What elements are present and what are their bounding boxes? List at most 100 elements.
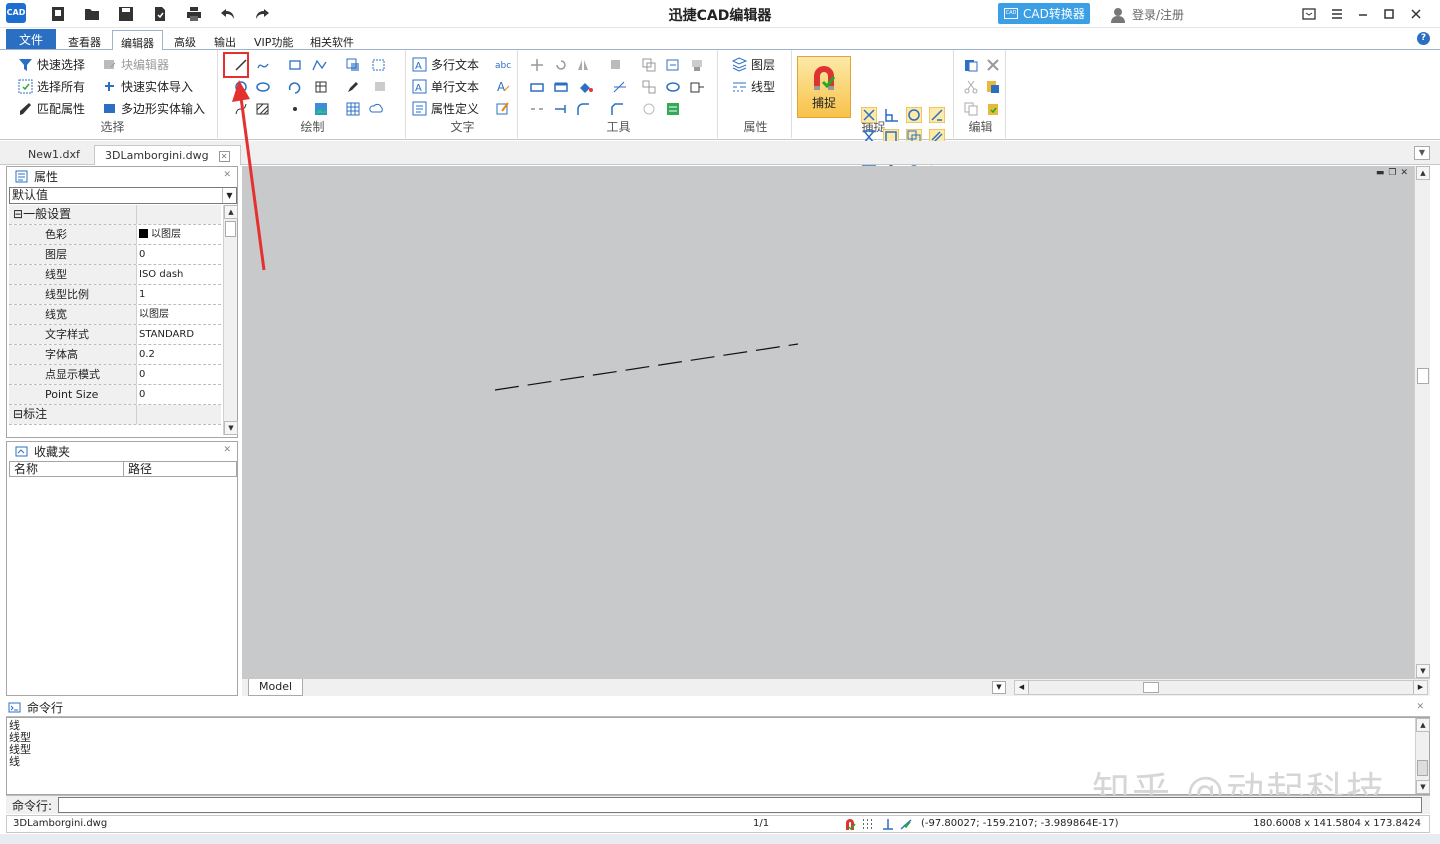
refresh-icon[interactable] — [664, 56, 682, 74]
lengthen-icon[interactable] — [552, 100, 570, 118]
point-icon[interactable] — [286, 100, 304, 118]
dashed-line-entity[interactable] — [494, 343, 799, 391]
login-link[interactable]: 登录/注册 — [1110, 6, 1184, 23]
cad-converter-button[interactable]: CAD CAD转换器 — [998, 3, 1090, 24]
rectangle-icon[interactable] — [286, 56, 304, 74]
open-folder-icon[interactable] — [82, 4, 102, 24]
paste-icon[interactable] — [962, 56, 980, 74]
snap-button[interactable]: 捕捉 — [797, 56, 851, 118]
new-file-icon[interactable] — [48, 4, 68, 24]
attribute-definition-button[interactable]: 属性定义 — [412, 99, 479, 117]
array-icon[interactable] — [610, 56, 628, 74]
break-icon[interactable] — [528, 100, 546, 118]
linetype-button[interactable]: 线型 — [732, 77, 775, 95]
property-row[interactable]: 文字样式 STANDARD — [9, 325, 221, 345]
minimize-icon[interactable] — [1352, 4, 1374, 24]
scale-icon[interactable] — [552, 78, 570, 96]
canvas-scroll-down-icon[interactable]: ▼ — [1416, 664, 1430, 678]
tab-related-software[interactable]: 相关软件 — [302, 30, 362, 50]
doc-tab-new1[interactable]: New1.dxf — [18, 145, 90, 165]
table-icon[interactable] — [344, 100, 362, 118]
col-name[interactable]: 名称 — [10, 462, 124, 476]
property-value[interactable]: ISO dash — [137, 265, 221, 284]
copy-objects-icon[interactable] — [640, 56, 658, 74]
status-ortho-icon[interactable] — [881, 817, 895, 834]
layers-grey-icon[interactable] — [372, 78, 390, 96]
move-icon[interactable] — [528, 56, 546, 74]
layout-dropdown-icon[interactable]: ▼ — [992, 681, 1006, 694]
tab-advanced[interactable]: 高级 — [166, 30, 204, 50]
menu-icon[interactable] — [1326, 4, 1348, 24]
redo-icon[interactable] — [252, 4, 272, 24]
property-row[interactable]: 图层 0 — [9, 245, 221, 265]
print-icon[interactable] — [184, 4, 204, 24]
delete-icon[interactable] — [984, 56, 1002, 74]
paste-special-icon[interactable] — [984, 78, 1002, 96]
command-input[interactable] — [58, 797, 1423, 813]
cut-icon[interactable] — [962, 78, 980, 96]
arc-icon[interactable] — [286, 78, 304, 96]
close-icon[interactable] — [1405, 4, 1427, 24]
status-grid-icon[interactable] — [861, 817, 875, 834]
hscroll-thumb[interactable] — [1143, 682, 1159, 693]
match-properties-button[interactable]: 匹配属性 — [18, 99, 85, 117]
cmd-scroll-down-icon[interactable]: ▼ — [1416, 780, 1430, 794]
snap-intersection-icon[interactable] — [860, 106, 878, 124]
mirror-icon[interactable] — [574, 56, 592, 74]
status-polar-icon[interactable] — [899, 817, 913, 834]
property-row[interactable]: Point Size 0 — [9, 385, 221, 405]
trim-icon[interactable] — [612, 78, 630, 96]
undo-icon[interactable] — [218, 4, 238, 24]
join-icon[interactable] — [664, 78, 682, 96]
property-value[interactable]: 1 — [137, 285, 221, 304]
quick-entity-import-button[interactable]: 快速实体导入 — [102, 77, 193, 95]
properties-filter-select[interactable]: 默认值 ▼ — [9, 187, 237, 204]
drawing-canvas[interactable]: ▬ ❐ ✕ — [242, 166, 1414, 678]
command-close-icon[interactable]: ✕ — [1416, 702, 1424, 712]
canvas-horizontal-scrollbar[interactable]: ◀ ▶ — [1014, 680, 1428, 695]
feedback-icon[interactable] — [1298, 4, 1320, 24]
tab-editor[interactable]: 编辑器 — [112, 30, 163, 51]
mtext-button[interactable]: A 多行文本 — [412, 55, 479, 73]
property-value[interactable]: 以图层 — [137, 225, 221, 244]
cmd-scroll-thumb[interactable] — [1417, 760, 1428, 776]
maximize-icon[interactable] — [1378, 4, 1400, 24]
favorites-close-icon[interactable]: ✕ — [223, 445, 231, 455]
doc-tab-lamborgini[interactable]: 3DLamborgini.dwg ✕ — [94, 145, 241, 165]
tab-viewer[interactable]: 查看器 — [60, 30, 109, 50]
text-style-icon[interactable]: abc — [494, 55, 512, 73]
fillet-icon[interactable] — [574, 100, 592, 118]
snap-tangent-icon[interactable] — [928, 106, 946, 124]
pen-icon[interactable] — [344, 78, 362, 96]
property-row[interactable]: 点显示模式 0 — [9, 365, 221, 385]
canvas-scroll-thumb[interactable] — [1417, 368, 1429, 384]
layer-button[interactable]: 图层 — [732, 55, 775, 73]
section-dimension[interactable]: ⊟标注 — [9, 405, 221, 425]
insert-block-icon[interactable] — [344, 56, 362, 74]
select-all-button[interactable]: 选择所有 — [18, 77, 85, 95]
snap-perpendicular-icon[interactable] — [882, 106, 900, 124]
property-value[interactable]: 0 — [137, 385, 221, 404]
property-row[interactable]: 色彩 以图层 — [9, 225, 221, 245]
scroll-down-icon[interactable]: ▼ — [224, 421, 238, 435]
help-icon[interactable]: ? — [1417, 32, 1430, 45]
image-icon[interactable] — [312, 100, 330, 118]
polygon-entity-input-button[interactable]: 多边形实体输入 — [102, 99, 205, 117]
region-icon[interactable] — [372, 56, 390, 74]
color-fill-icon[interactable] — [578, 78, 596, 96]
polyline-icon[interactable] — [312, 56, 330, 74]
tab-model[interactable]: Model — [248, 679, 304, 696]
scroll-left-icon[interactable]: ◀ — [1015, 681, 1029, 694]
property-row[interactable]: 线宽 以图层 — [9, 305, 221, 325]
property-value[interactable]: 0 — [137, 245, 221, 264]
copy-icon[interactable] — [962, 100, 980, 118]
stretch-icon[interactable] — [528, 78, 546, 96]
quick-select-button[interactable]: 快速选择 — [18, 55, 85, 73]
canvas-vertical-scrollbar[interactable]: ▲ ▼ — [1414, 166, 1430, 678]
text-pencil-icon[interactable] — [494, 99, 512, 117]
property-row[interactable]: 线型比例 1 — [9, 285, 221, 305]
snap-center-icon[interactable] — [905, 106, 923, 124]
canvas-scroll-up-icon[interactable]: ▲ — [1416, 166, 1430, 180]
text-edit-icon[interactable]: A — [494, 77, 512, 95]
property-value[interactable]: 0.2 — [137, 345, 221, 364]
